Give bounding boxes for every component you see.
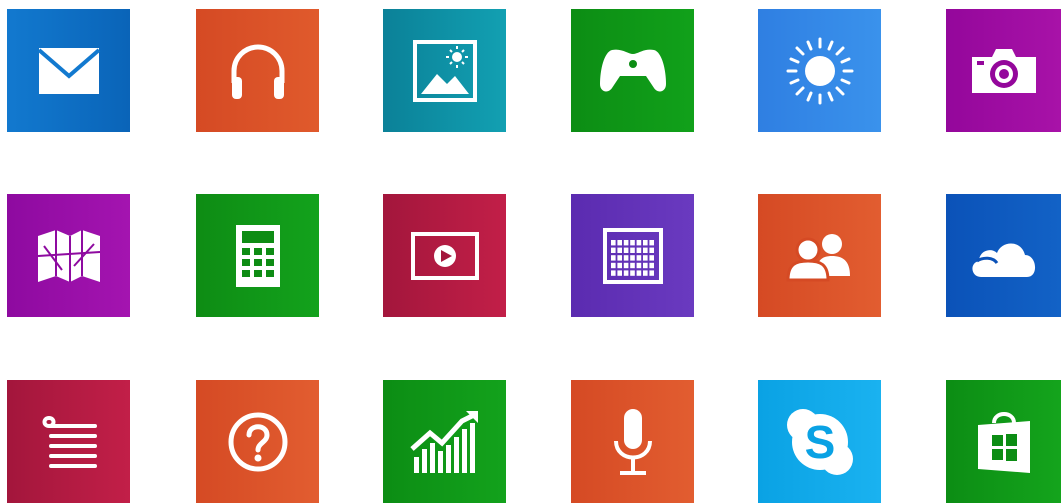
- tile-camera[interactable]: [946, 9, 1061, 132]
- calendar-cell: [629, 254, 635, 261]
- calendar-cell: [610, 262, 616, 268]
- tile-finance[interactable]: [383, 380, 506, 503]
- calendar-cell: [610, 247, 616, 253]
- tile-video[interactable]: [383, 194, 506, 317]
- headphones-icon: [231, 44, 284, 99]
- calendar-cell: [629, 262, 635, 268]
- calendar-cell: [623, 254, 628, 261]
- calendar-cell: [642, 269, 648, 276]
- calendar-cell: [642, 262, 648, 268]
- calendar-cell: [636, 254, 641, 261]
- calendar-cell: [642, 254, 648, 261]
- calendar-cell: [648, 239, 654, 245]
- calendar-cell: [610, 269, 616, 276]
- tile-weather[interactable]: [758, 9, 881, 132]
- calculator-icon: [235, 224, 280, 287]
- calendar-cell: [629, 247, 635, 253]
- calendar-cell: [623, 247, 628, 253]
- mail-icon: [37, 47, 100, 94]
- video-icon: [410, 231, 479, 280]
- tile-games[interactable]: [571, 9, 694, 132]
- tile-store[interactable]: [946, 380, 1061, 503]
- calendar-cell: [623, 269, 628, 276]
- calendar-cell: [636, 239, 641, 245]
- photo-icon: [412, 39, 477, 102]
- calendar-cell: [623, 262, 628, 268]
- calendar-cell: [616, 269, 622, 276]
- game-controller-icon: [599, 49, 666, 91]
- tile-reading-list[interactable]: [7, 380, 130, 503]
- calendar-cell: [629, 269, 635, 276]
- finance-chart-icon: [409, 410, 478, 473]
- calendar-cell: [610, 254, 616, 261]
- camera-icon: [971, 48, 1036, 93]
- tile-mail[interactable]: [7, 9, 130, 132]
- help-icon: [228, 412, 287, 471]
- people-icon: [785, 233, 850, 281]
- reading-list-icon: [42, 415, 97, 468]
- tile-help-tips[interactable]: [196, 380, 319, 503]
- tile-music[interactable]: [196, 9, 319, 132]
- app-tile-grid: S: [0, 0, 1061, 503]
- calendar-icon: [602, 227, 663, 284]
- tile-photos[interactable]: [383, 9, 506, 132]
- tile-people[interactable]: [758, 194, 881, 317]
- calendar-cell: [616, 262, 622, 268]
- calendar-cell: [610, 239, 616, 245]
- calendar-cell: [616, 239, 622, 245]
- tile-calendar[interactable]: [571, 194, 694, 317]
- tile-maps[interactable]: [7, 194, 130, 317]
- sun-icon: [786, 37, 853, 104]
- calendar-cell: [636, 247, 641, 253]
- calendar-cell: [648, 269, 654, 276]
- microphone-icon: [613, 408, 652, 475]
- calendar-cell: [648, 262, 654, 268]
- calendar-cell: [616, 247, 622, 253]
- tile-calculator[interactable]: [196, 194, 319, 317]
- map-icon: [37, 229, 100, 282]
- svg-text:S: S: [804, 416, 835, 468]
- calendar-cell: [648, 254, 654, 261]
- cloud-icon: [971, 243, 1035, 277]
- calendar-cell: [636, 269, 641, 276]
- calendar-cell: [642, 247, 648, 253]
- calendar-cell: [629, 239, 635, 245]
- tile-skype[interactable]: S: [758, 380, 881, 503]
- calendar-cell: [623, 239, 628, 245]
- tile-onedrive[interactable]: [946, 194, 1061, 317]
- store-icon: [977, 411, 1030, 473]
- tile-sound-recorder[interactable]: [571, 380, 694, 503]
- skype-icon: S: [786, 408, 853, 475]
- calendar-cell: [648, 247, 654, 253]
- calendar-cell: [642, 239, 648, 245]
- calendar-cell: [636, 262, 641, 268]
- calendar-cell: [616, 254, 622, 261]
